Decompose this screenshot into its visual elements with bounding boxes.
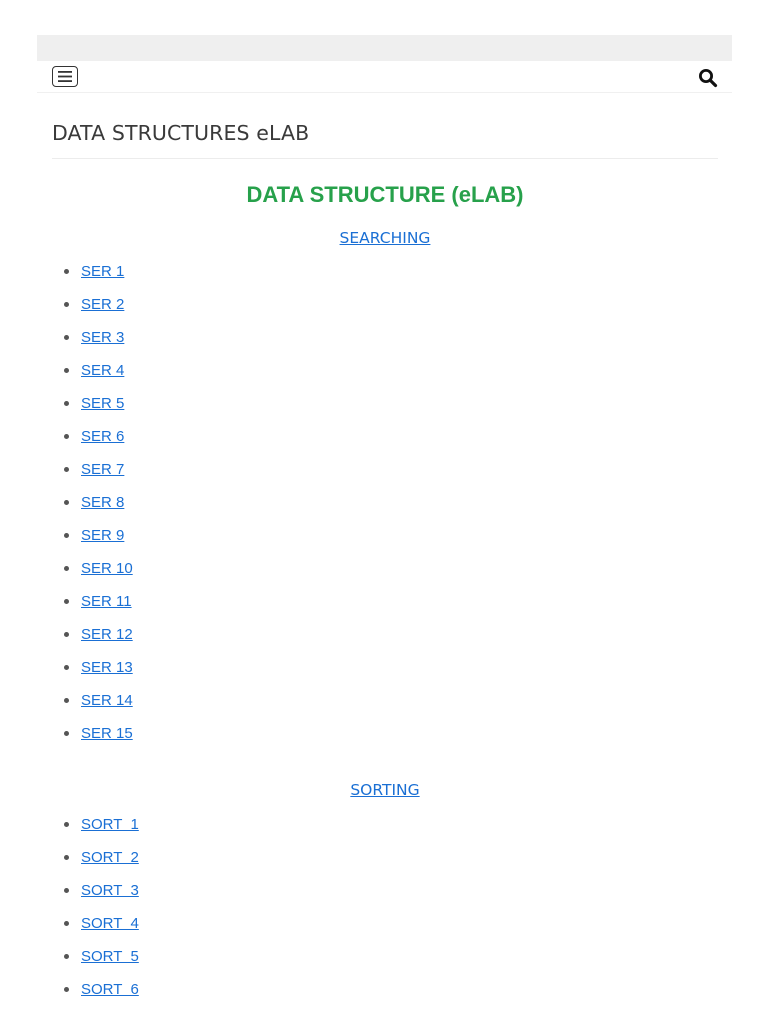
- list-item: SER 8: [52, 492, 718, 525]
- list-item: SER 11: [52, 591, 718, 624]
- list-item-link[interactable]: SORT 6: [81, 981, 139, 998]
- main-content: DATA STRUCTURE (eLAB) SEARCHING SER 1 SER…: [52, 178, 718, 1012]
- list-item: SER 12: [52, 624, 718, 657]
- menu-toggle-button[interactable]: [52, 66, 78, 87]
- title-divider: [52, 158, 718, 159]
- list-item-link[interactable]: SORT 2: [81, 849, 139, 866]
- list-item-link[interactable]: SER 8: [81, 494, 124, 511]
- sorting-list: SORT 1 SORT 2 SORT 3 SORT 4 SORT 5 SORT 6: [52, 814, 718, 1012]
- list-item-link[interactable]: SER 3: [81, 329, 124, 346]
- searching-list: SER 1 SER 2 SER 3 SER 4 SER 5 SER 6 SER 7 SER 8…: [52, 261, 718, 756]
- list-item-link[interactable]: SER 2: [81, 296, 124, 313]
- search-icon: [699, 69, 718, 88]
- list-item-link[interactable]: SER 4: [81, 362, 124, 379]
- list-item-link[interactable]: SER 9: [81, 527, 124, 544]
- list-item-link[interactable]: SER 10: [81, 560, 133, 577]
- hamburger-menu-icon: [58, 71, 72, 82]
- list-item: SER 9: [52, 525, 718, 558]
- list-item: SER 15: [52, 723, 718, 756]
- list-item-link[interactable]: SER 13: [81, 659, 133, 676]
- section-link-sorting[interactable]: SORTING: [52, 780, 718, 800]
- search-button[interactable]: [698, 68, 718, 88]
- list-item: SER 14: [52, 690, 718, 723]
- list-item: SER 6: [52, 426, 718, 459]
- list-item: SORT 4: [52, 913, 718, 946]
- list-item-link[interactable]: SORT 1: [81, 816, 139, 833]
- list-item-link[interactable]: SER 6: [81, 428, 124, 445]
- list-item-link[interactable]: SER 15: [81, 725, 133, 742]
- list-item-link[interactable]: SER 11: [81, 593, 132, 610]
- list-item-link[interactable]: SORT 4: [81, 915, 139, 932]
- list-item: SORT 2: [52, 847, 718, 880]
- list-item: SER 2: [52, 294, 718, 327]
- list-item: SER 10: [52, 558, 718, 591]
- list-item: SORT 5: [52, 946, 718, 979]
- list-item-link[interactable]: SORT 5: [81, 948, 139, 965]
- list-item-link[interactable]: SER 7: [81, 461, 124, 478]
- list-item: SER 1: [52, 261, 718, 294]
- list-item: SER 13: [52, 657, 718, 690]
- list-item: SORT 6: [52, 979, 718, 1012]
- section-link-searching[interactable]: SEARCHING: [52, 228, 718, 248]
- list-item-link[interactable]: SER 1: [81, 263, 124, 280]
- top-banner-strip: [37, 35, 732, 61]
- page: DATA STRUCTURES eLAB DATA STRUCTURE (eLA…: [0, 0, 768, 1024]
- list-item: SER 7: [52, 459, 718, 492]
- site-title[interactable]: DATA STRUCTURES eLAB: [52, 121, 309, 145]
- list-item-link[interactable]: SER 14: [81, 692, 133, 709]
- page-heading: DATA STRUCTURE (eLAB): [246, 182, 524, 207]
- list-item: SER 4: [52, 360, 718, 393]
- navbar: [37, 61, 732, 93]
- list-item: SORT 1: [52, 814, 718, 847]
- list-item-link[interactable]: SORT 3: [81, 882, 139, 899]
- list-item: SER 3: [52, 327, 718, 360]
- list-item-link[interactable]: SER 5: [81, 395, 124, 412]
- list-item: SER 5: [52, 393, 718, 426]
- list-item-link[interactable]: SER 12: [81, 626, 133, 643]
- list-item: SORT 3: [52, 880, 718, 913]
